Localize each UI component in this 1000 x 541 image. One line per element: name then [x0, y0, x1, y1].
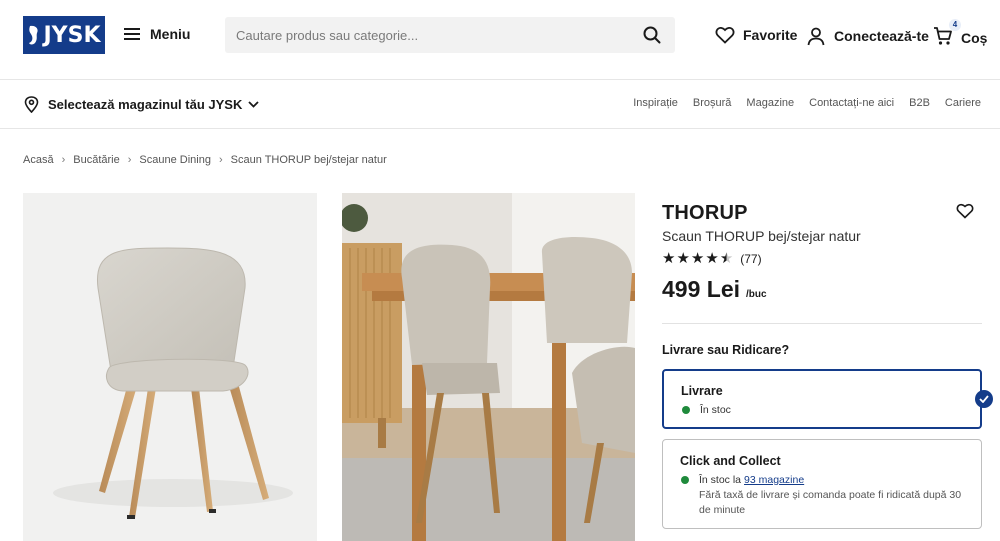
store-selector[interactable]: Selectează magazinul tău JYSK	[24, 96, 259, 113]
review-count: (77)	[740, 251, 762, 266]
breadcrumb-item[interactable]: Acasă	[23, 154, 54, 166]
menu-button[interactable]: Meniu	[124, 26, 190, 42]
breadcrumb-item[interactable]: Bucătărie	[73, 154, 119, 166]
favorites-label: Favorite	[743, 27, 798, 43]
star-full-icon: ★	[690, 250, 705, 267]
heart-icon	[715, 27, 735, 44]
stock-status: În stoc la 93 magazine	[681, 474, 804, 486]
breadcrumb-separator-icon: ›	[127, 154, 132, 166]
logo-text: JYSK	[43, 22, 101, 48]
product-subtitle: Scaun THORUP bej/stejar natur	[662, 228, 861, 244]
store-selector-label: Selectează magazinul tău JYSK	[48, 97, 243, 112]
price-unit: /buc	[746, 289, 767, 300]
top-header: JYSK Meniu Favorite Conectează-te	[0, 0, 1000, 80]
option-title: Livrare	[681, 384, 723, 398]
rating-stars: ★ ★ ★ ★ ★	[662, 251, 734, 266]
hamburger-icon	[124, 28, 140, 40]
nav-link-contact[interactable]: Contactați-ne aici	[809, 97, 894, 109]
breadcrumb-separator-icon: ›	[218, 154, 223, 166]
product-price: 499 Lei /buc	[662, 276, 767, 303]
stock-status: În stoc	[682, 404, 731, 416]
stock-text: În stoc	[700, 404, 731, 416]
nav-link-cariere[interactable]: Cariere	[945, 97, 981, 109]
delivery-option-livrare[interactable]: Livrare În stoc	[662, 369, 993, 429]
search-input[interactable]	[225, 17, 625, 53]
star-full-icon: ★	[662, 250, 676, 267]
login-link[interactable]: Conectează-te	[806, 26, 929, 46]
user-icon	[807, 27, 825, 46]
delivery-heading: Livrare sau Ridicare?	[662, 343, 790, 357]
in-stock-dot-icon	[681, 476, 689, 484]
star-full-icon: ★	[676, 250, 690, 267]
cart-link[interactable]: 4 Coș	[933, 19, 988, 49]
stores-link[interactable]: 93 magazine	[744, 474, 804, 486]
breadcrumb-separator-icon: ›	[61, 154, 66, 166]
store-bar: Selectează magazinul tău JYSK Inspirație…	[0, 80, 1000, 129]
delivery-option-click-and-collect[interactable]: Click and Collect În stoc la 93 magazine…	[662, 439, 982, 529]
search-bar	[225, 17, 675, 53]
chair-illustration	[53, 247, 293, 519]
nav-link-brosura[interactable]: Broșură	[693, 97, 732, 109]
breadcrumb-current: Scaun THORUP bej/stejar natur	[230, 154, 387, 166]
jysk-logo[interactable]: JYSK	[23, 16, 105, 54]
nav-link-magazine[interactable]: Magazine	[746, 97, 794, 109]
menu-label: Meniu	[150, 26, 191, 42]
nav-link-inspiratie[interactable]: Inspirație	[633, 97, 678, 109]
star-half-icon: ★	[719, 250, 734, 267]
product-title: THORUP	[662, 202, 748, 224]
breadcrumb-item[interactable]: Scaune Dining	[139, 154, 211, 166]
cart-icon-wrap: 4	[933, 19, 961, 49]
price-amount: 499 Lei	[662, 276, 740, 302]
in-stock-dot-icon	[682, 406, 690, 414]
chevron-down-icon	[248, 101, 259, 108]
stock-text: În stoc la	[699, 474, 742, 486]
product-image-main[interactable]	[23, 193, 317, 541]
favorites-link[interactable]: Favorite	[715, 26, 797, 44]
nav-link-b2b[interactable]: B2B	[909, 97, 930, 109]
product-rating[interactable]: ★ ★ ★ ★ ★ (77)	[662, 251, 762, 266]
cart-label: Coș	[961, 29, 988, 46]
bird-logo-icon	[29, 25, 39, 45]
dining-room-illustration	[342, 193, 635, 541]
selected-check-icon	[975, 390, 993, 408]
collect-note: Fără taxă de livrare și comanda poate fi…	[699, 489, 962, 516]
divider	[662, 323, 982, 324]
cart-count-badge: 4	[949, 19, 961, 31]
location-pin-icon	[24, 96, 39, 113]
login-label: Conectează-te	[834, 28, 929, 44]
product-image-room[interactable]	[342, 193, 635, 541]
option-title: Click and Collect	[680, 454, 781, 468]
secondary-nav: Inspirație Broșură Magazine Contactați-n…	[618, 97, 981, 109]
search-icon[interactable]	[643, 26, 661, 44]
breadcrumb: Acasă › Bucătărie › Scaune Dining › Scau…	[23, 154, 387, 166]
add-to-favorites-heart-icon[interactable]	[956, 202, 974, 220]
star-full-icon: ★	[705, 250, 719, 267]
